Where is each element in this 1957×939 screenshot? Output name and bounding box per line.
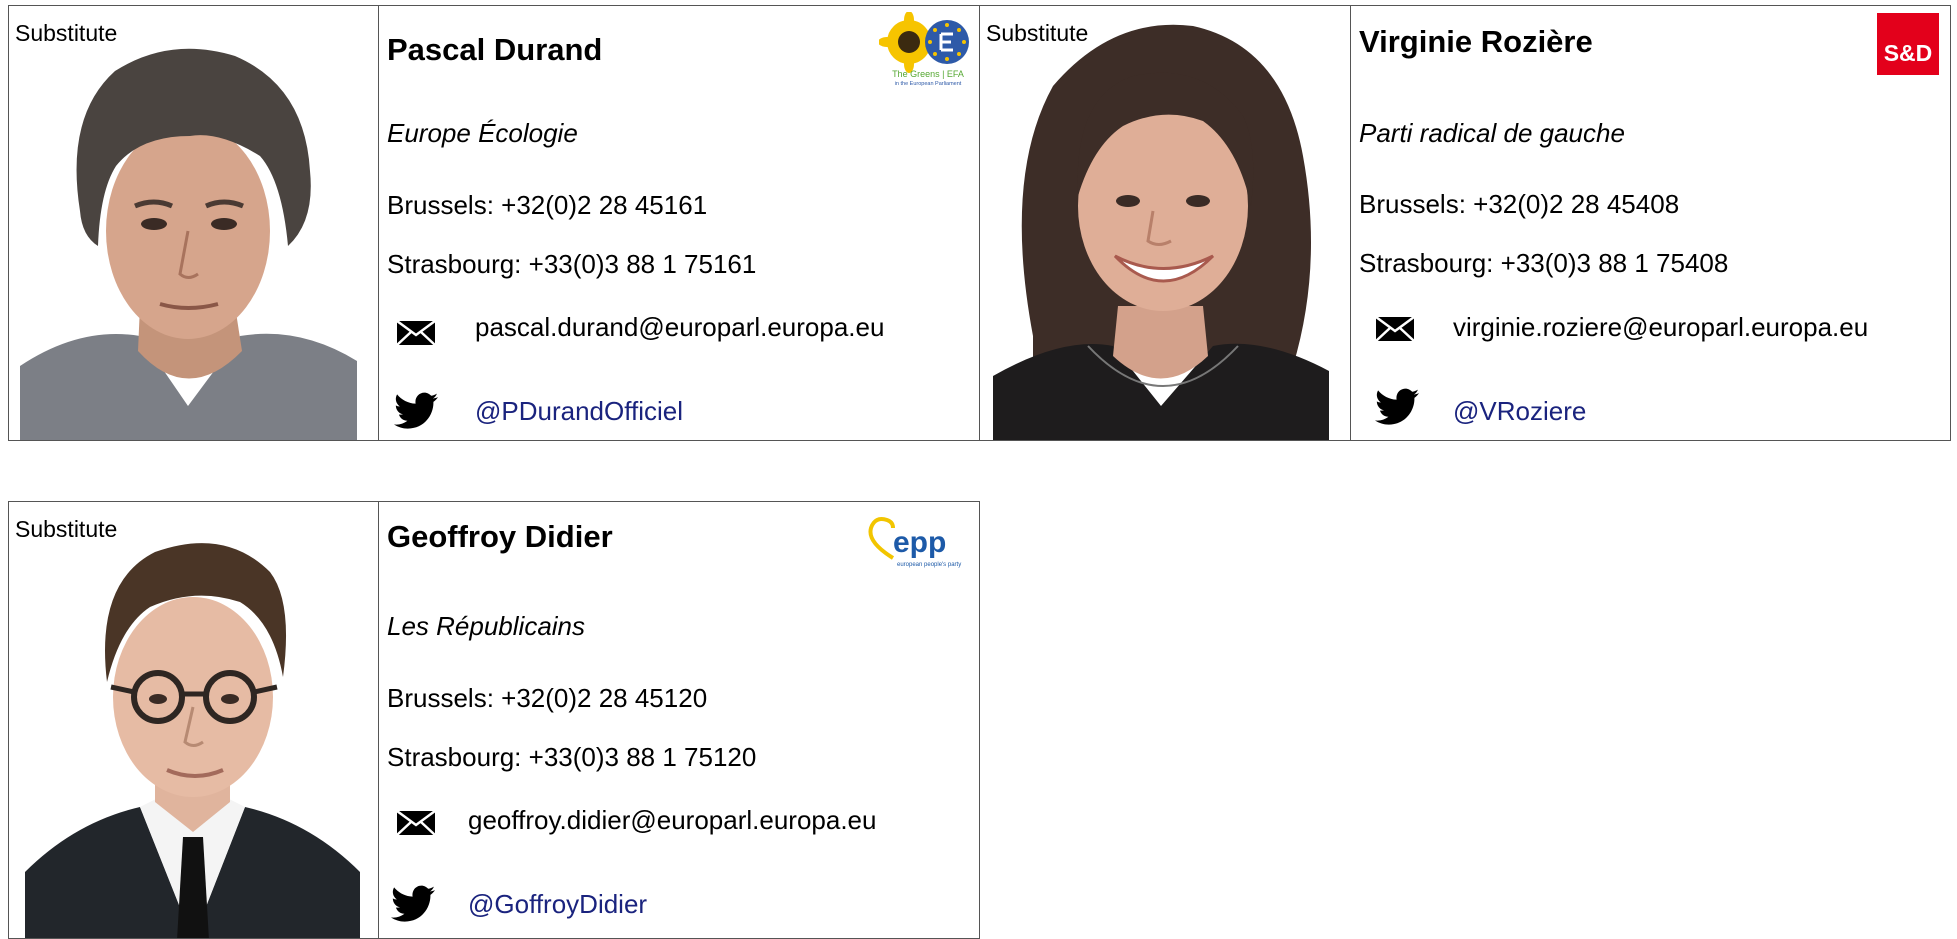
envelope-icon: [1375, 315, 1415, 342]
national-party: Parti radical de gauche: [1359, 118, 1625, 148]
twitter-bird-icon: [394, 392, 438, 429]
national-party: Les Républicains: [387, 611, 586, 641]
substitute-label: Substitute: [986, 20, 1089, 46]
epp-logo: epp european people's party: [868, 517, 961, 568]
mep-name: Virginie Rozière: [1359, 24, 1593, 59]
brussels-phone: Brussels: +32(0)2 28 45161: [387, 190, 708, 220]
mep-card-geoffroy-didier: Substitute Geoffroy Didier epp european …: [8, 501, 980, 939]
strasbourg-phone: Strasbourg: +33(0)3 88 1 75408: [1359, 248, 1729, 278]
email-link[interactable]: pascal.durand@europarl.europa.eu: [475, 312, 884, 343]
twitter-bird-icon: [391, 885, 435, 922]
brussels-phone: Brussels: +32(0)2 28 45408: [1359, 189, 1680, 219]
brussels-phone: Brussels: +32(0)2 28 45120: [387, 683, 708, 713]
photo-cell: Substitute: [9, 502, 379, 938]
twitter-link[interactable]: @VRoziere: [1453, 396, 1586, 427]
national-party: Europe Écologie: [387, 118, 578, 148]
mep-card-virginie-roziere: Substitute Virginie Rozière S&D Parti ra…: [979, 5, 1951, 441]
portrait-photo: [25, 502, 360, 938]
greens-efa-logo: The Greens | EFA in the European Parliam…: [879, 12, 969, 87]
twitter-link[interactable]: @GoffroyDidier: [468, 889, 647, 920]
logo-text: The Greens | EFA: [892, 69, 964, 79]
mep-name: Pascal Durand: [387, 32, 603, 67]
portrait-photo: [993, 6, 1329, 440]
strasbourg-phone: Strasbourg: +33(0)3 88 1 75120: [387, 742, 757, 772]
substitute-label: Substitute: [15, 20, 118, 46]
photo-cell: Substitute: [9, 6, 379, 440]
logo-text: epp: [893, 526, 946, 559]
info-cell: Geoffroy Didier epp european people's pa…: [379, 502, 979, 938]
sd-logo: S&D: [1877, 13, 1939, 75]
info-cell: Virginie Rozière S&D Parti radical de ga…: [1351, 6, 1950, 440]
mep-name: Geoffroy Didier: [387, 519, 613, 554]
logo-subtext: european people's party: [897, 562, 961, 568]
envelope-icon: [396, 809, 436, 836]
logo-subtext: in the European Parliament: [895, 81, 962, 87]
mep-card-pascal-durand: Substitute Pascal Durand The Greens | EF…: [8, 5, 980, 441]
email-link[interactable]: virginie.roziere@europarl.europa.eu: [1453, 312, 1868, 343]
email-link[interactable]: geoffroy.didier@europarl.europa.eu: [468, 805, 876, 836]
twitter-bird-icon: [1375, 388, 1419, 425]
portrait-photo: [20, 6, 357, 440]
envelope-icon: [396, 319, 436, 346]
info-cell: Pascal Durand The Greens | EFA in the Eu…: [379, 6, 979, 440]
substitute-label: Substitute: [15, 516, 118, 542]
strasbourg-phone: Strasbourg: +33(0)3 88 1 75161: [387, 249, 757, 279]
twitter-link[interactable]: @PDurandOfficiel: [475, 396, 683, 427]
logo-text: S&D: [1883, 40, 1933, 66]
photo-cell: Substitute: [980, 6, 1351, 440]
